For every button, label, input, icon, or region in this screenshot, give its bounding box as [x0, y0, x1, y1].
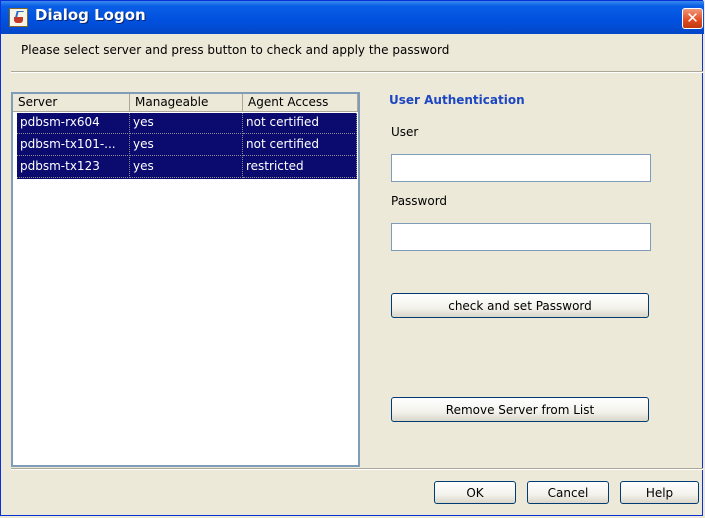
server-table[interactable]: Server Manageable Agent Access pdbsm-rx6…	[11, 92, 360, 467]
user-input[interactable]	[391, 154, 651, 182]
java-app-icon	[9, 8, 28, 27]
help-button[interactable]: Help	[620, 481, 699, 504]
cell-manageable: yes	[130, 135, 243, 156]
cell-agent-access: not certified	[243, 135, 357, 156]
column-header-manageable[interactable]: Manageable	[130, 94, 243, 112]
close-button[interactable]: ✕	[682, 8, 703, 29]
password-label: Password	[391, 194, 448, 208]
cell-server: pdbsm-tx123	[17, 157, 130, 178]
cell-agent-access: not certified	[243, 113, 357, 134]
column-header-agent-access[interactable]: Agent Access	[243, 94, 358, 112]
cell-server: pdbsm-tx101-...	[17, 135, 130, 156]
cell-manageable: yes	[130, 113, 243, 134]
bottom-divider	[11, 468, 703, 470]
title-bar[interactable]: Dialog Logon ✕	[1, 1, 704, 34]
check-and-set-password-button[interactable]: check and set Password	[391, 293, 649, 318]
ok-button[interactable]: OK	[434, 481, 516, 504]
cell-server: pdbsm-rx604	[17, 113, 130, 134]
cancel-button[interactable]: Cancel	[527, 481, 609, 504]
cell-manageable: yes	[130, 157, 243, 178]
instruction-text: Please select server and press button to…	[21, 43, 450, 57]
table-row[interactable]: pdbsm-tx101-... yes not certified	[17, 135, 357, 157]
table-row[interactable]: pdbsm-tx123 yes restricted	[17, 157, 357, 179]
table-row[interactable]: pdbsm-rx604 yes not certified	[17, 113, 357, 135]
remove-server-button[interactable]: Remove Server from List	[391, 397, 649, 422]
user-authentication-heading: User Authentication	[389, 93, 525, 107]
dialog-window: Dialog Logon ✕ Please select server and …	[0, 0, 704, 516]
column-header-server[interactable]: Server	[13, 94, 130, 112]
cell-agent-access: restricted	[243, 157, 357, 178]
user-label: User	[391, 125, 419, 139]
window-title: Dialog Logon	[35, 6, 146, 24]
top-divider	[11, 71, 703, 73]
password-input[interactable]	[391, 223, 651, 251]
